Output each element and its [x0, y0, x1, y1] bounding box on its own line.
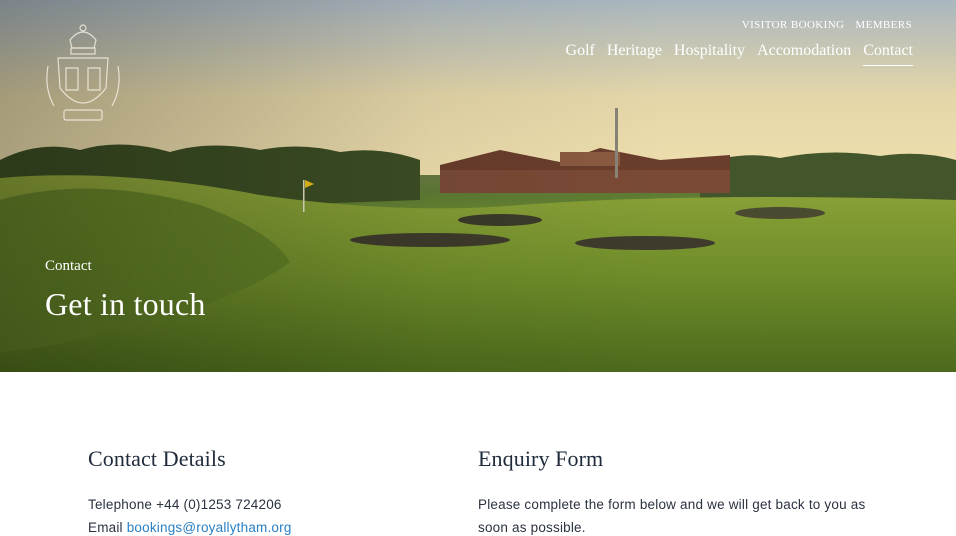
nav-contact[interactable]: Contact — [863, 42, 913, 66]
enquiry-form-heading: Enquiry Form — [478, 446, 604, 471]
nav-accomodation[interactable]: Accomodation — [757, 42, 851, 66]
utility-nav: VISITOR BOOKING MEMBERS — [742, 19, 912, 31]
enquiry-form-section: Enquiry Form Please complete the form be… — [478, 446, 868, 536]
contact-details-section: Contact Details Telephone +44 (0)1253 72… — [88, 446, 418, 536]
enquiry-intro: Please complete the form below and we wi… — [478, 497, 866, 535]
telephone-label: Telephone — [88, 497, 153, 512]
email-label: Email — [88, 520, 123, 535]
nav-hospitality[interactable]: Hospitality — [674, 42, 745, 66]
members-link[interactable]: MEMBERS — [855, 19, 912, 31]
telephone-number: +44 (0)1253 724206 — [156, 497, 282, 512]
visitor-booking-link[interactable]: VISITOR BOOKING — [742, 19, 845, 31]
email-line: Email bookings@royallytham.org — [88, 516, 418, 536]
hero-banner: VISITOR BOOKING MEMBERS Golf Heritage Ho… — [0, 0, 956, 372]
club-crest-icon[interactable] — [40, 18, 126, 130]
nav-heritage[interactable]: Heritage — [607, 42, 662, 66]
email-link[interactable]: bookings@royallytham.org — [127, 520, 292, 535]
nav-golf[interactable]: Golf — [566, 42, 595, 66]
contact-details-heading: Contact Details — [88, 446, 226, 471]
telephone-line: Telephone +44 (0)1253 724206 — [88, 493, 418, 516]
page-title: Get in touch — [45, 286, 206, 322]
main-nav: Golf Heritage Hospitality Accomodation C… — [566, 42, 913, 66]
breadcrumb: Contact — [45, 258, 92, 274]
